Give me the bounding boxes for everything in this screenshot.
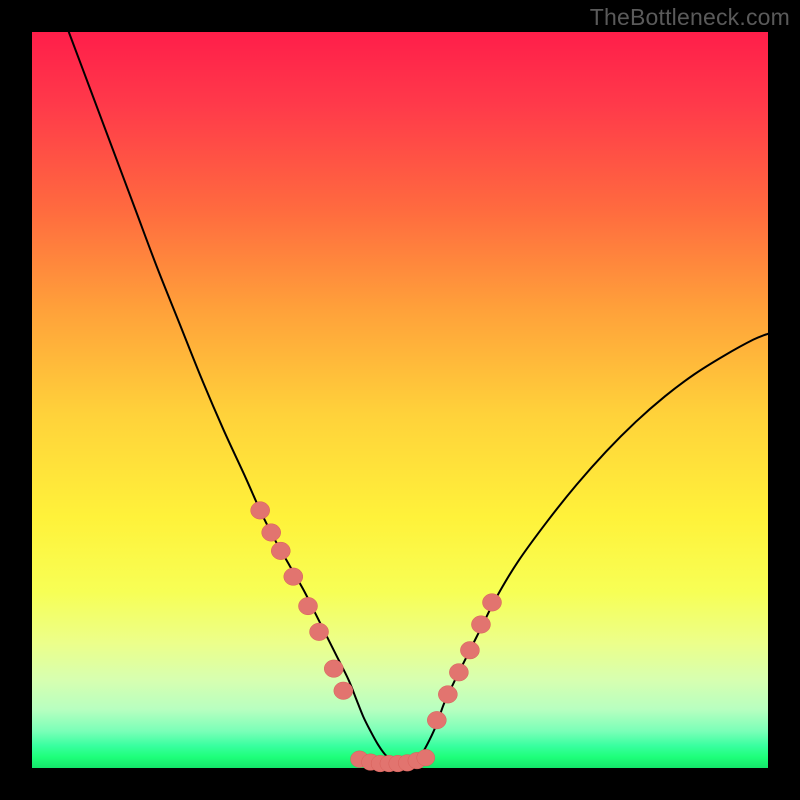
chart-frame: TheBottleneck.com: [0, 0, 800, 800]
marker-dot: [460, 642, 479, 659]
marker-dot: [483, 594, 502, 611]
marker-dot: [417, 749, 435, 766]
marker-dot: [262, 524, 281, 541]
marker-dot: [251, 502, 270, 519]
marker-dot: [334, 682, 353, 699]
sample-markers: [251, 502, 502, 772]
marker-dot: [427, 711, 446, 728]
marker-dot: [310, 623, 329, 640]
bottleneck-curve: [69, 32, 768, 764]
marker-dot: [324, 660, 343, 677]
bottleneck-curve-path: [69, 32, 768, 764]
marker-dot: [284, 568, 303, 585]
marker-dot: [299, 597, 318, 614]
watermark-text: TheBottleneck.com: [590, 4, 790, 31]
marker-dot: [438, 686, 457, 703]
marker-dot: [271, 542, 290, 559]
chart-plot-area: [32, 32, 768, 768]
marker-dot: [471, 616, 490, 633]
chart-svg: [32, 32, 768, 768]
marker-dot: [449, 664, 468, 681]
